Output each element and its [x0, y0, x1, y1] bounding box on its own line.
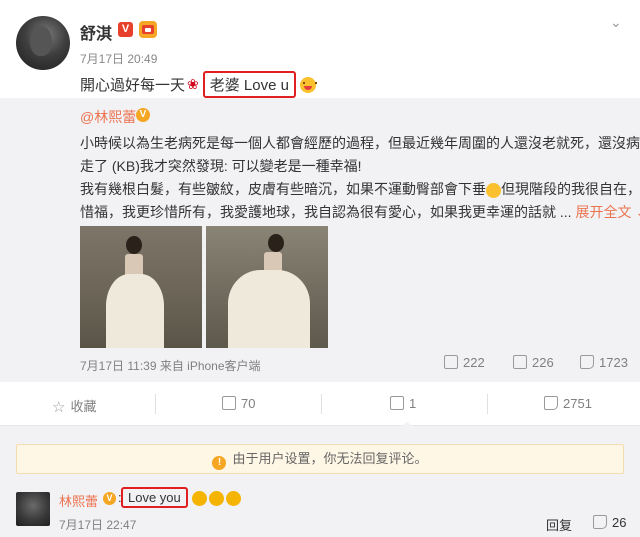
repost-line-1: 小時候以為生老病死是每一個人都會經歷的過程，但最近幾年周圍的人還沒老就死，還沒病…	[80, 135, 640, 151]
comment-text: Love you	[121, 487, 188, 508]
chevron-down-icon[interactable]: ⌄	[610, 14, 622, 31]
grin-emoji-icon	[226, 491, 241, 507]
repost-line-3-a: 我有幾根白髮，有些皺紋，皮膚有些暗沉，如果不運動臀部會下垂	[80, 181, 486, 197]
comment-like-button[interactable]: 26	[593, 515, 626, 530]
grin-emoji-icon	[192, 491, 207, 507]
author-avatar[interactable]	[16, 16, 70, 70]
repost-line-4: 惜福，我更珍惜所有，我愛護地球，我自認為很有愛心，如果我更幸運的話就 ... 展…	[80, 202, 640, 222]
repost-share-button[interactable]: 222	[444, 355, 485, 370]
commenter-avatar[interactable]	[16, 492, 50, 526]
photo-figure-head	[268, 234, 284, 252]
repost-like-button[interactable]: 1723	[580, 355, 628, 370]
reply-button[interactable]: 回复	[546, 515, 572, 534]
repost-line-3-b: 但現階段的我很自在，很	[501, 181, 640, 197]
reply-disabled-notice: ! 由于用户设置，你无法回复评论。	[16, 444, 624, 474]
rose-icon: ❀	[187, 76, 199, 92]
chevron-down-icon[interactable]: ⌄	[631, 204, 640, 220]
highlighted-text: 老婆 Love u	[202, 71, 296, 98]
photo-figure-gown	[228, 270, 310, 348]
photo-figure-gown	[106, 274, 164, 348]
grin-emoji-icon	[209, 491, 224, 507]
favorite-button[interactable]: ☆ 收藏	[52, 396, 96, 416]
shy-emoji-icon	[486, 182, 501, 198]
verified-badge-icon: V	[103, 492, 116, 505]
expand-full-text-link[interactable]: 展开全文	[575, 204, 631, 220]
post-text: 開心過好每一天 ❀ 老婆 Love u	[80, 71, 318, 98]
repost-author[interactable]: @林熙蕾	[80, 107, 136, 127]
comment-like-count: 26	[612, 515, 627, 530]
repost-comment-count: 226	[532, 355, 554, 370]
grin-emoji-icon	[300, 76, 318, 93]
repost-count: 70	[241, 396, 256, 411]
share-icon	[222, 396, 236, 410]
repost-button[interactable]: 70	[222, 396, 255, 411]
commenter-name[interactable]: 林熙蕾	[59, 491, 98, 510]
thumbs-up-icon	[544, 396, 558, 410]
share-icon	[444, 355, 458, 369]
vip-crown-icon	[139, 21, 157, 38]
warning-icon: !	[212, 456, 227, 470]
divider	[155, 394, 156, 414]
repost-line-2: 走了 (KB)我才突然發現: 可以變老是一種幸福!	[80, 158, 362, 174]
comment-icon	[513, 355, 527, 369]
comment-emojis	[192, 490, 243, 508]
thumbs-up-icon	[593, 515, 607, 529]
comment-icon	[390, 396, 404, 410]
repost-source[interactable]: 7月17日 11:39 来自 iPhone客户端	[80, 357, 261, 374]
verified-badge-icon: V	[118, 22, 133, 37]
like-count: 2751	[563, 396, 592, 411]
star-icon: ☆	[52, 399, 66, 416]
photo-figure-head	[126, 236, 142, 254]
reposted-weibo[interactable]: @林熙蕾 V 小時候以為生老病死是每一個人都會經歷的過程，但最近幾年周圍的人還沒…	[0, 98, 640, 382]
like-button[interactable]: 2751	[544, 396, 592, 411]
weibo-post: 舒淇 V ⌄ 7月17日 20:49 開心過好每一天 ❀ 老婆 Love u @林熙…	[0, 0, 640, 382]
repost-share-count: 222	[463, 355, 485, 370]
comment-button[interactable]: 1	[390, 396, 416, 411]
repost-photo-1[interactable]	[80, 226, 202, 348]
divider	[487, 394, 488, 414]
repost-line-3: 我有幾根白髮，有些皺紋，皮膚有些暗沉，如果不運動臀部會下垂 但現階段的我很自在，很	[80, 179, 640, 199]
divider	[321, 394, 322, 414]
notice-text: 由于用户设置，你无法回复评论。	[232, 451, 428, 466]
comment-time: 7月17日 22:47	[59, 518, 137, 532]
repost-comment-button[interactable]: 226	[513, 355, 554, 370]
repost-line-4-text: 惜福，我更珍惜所有，我愛護地球，我自認為很有愛心，如果我更幸運的話就 ...	[80, 204, 572, 220]
post-time[interactable]: 7月17日 20:49	[80, 50, 157, 67]
post-text-main: 開心過好每一天	[80, 77, 186, 94]
verified-badge-icon: V	[136, 108, 150, 122]
favorite-label: 收藏	[70, 399, 97, 414]
comment-count: 1	[409, 396, 417, 411]
repost-photo-2[interactable]	[206, 226, 328, 348]
thumbs-up-icon	[580, 355, 594, 369]
repost-like-count: 1723	[599, 355, 628, 370]
action-bar: ☆ 收藏 70 1 2751	[0, 382, 640, 427]
comment-section: ! 由于用户设置，你无法回复评论。 林熙蕾 V : Love you 7月17日 …	[0, 426, 640, 537]
author-name[interactable]: 舒淇	[80, 20, 112, 44]
